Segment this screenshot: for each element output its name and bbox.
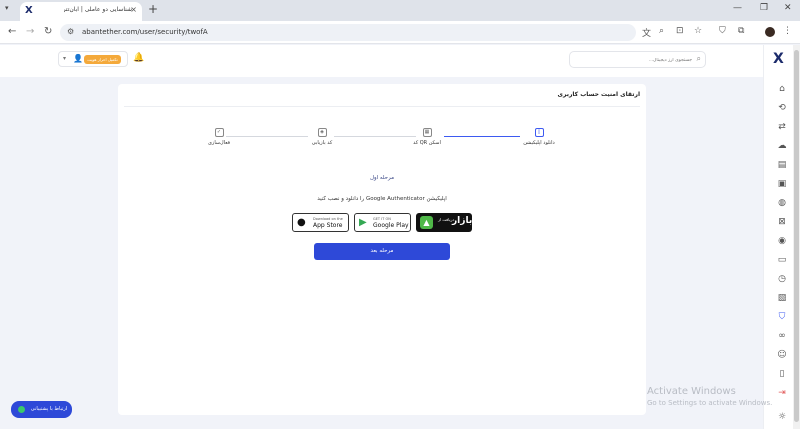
minimize-window-icon[interactable]: — [733,3,742,13]
support-chat-label: ارتباط با پشتیبانی [30,406,68,412]
browser-tabstrip: ▾ X شناسایی دو عاملی | آبان‌تتر × + — ❐ … [0,0,800,21]
app-store-name: App Store [313,222,343,229]
sidebar-link-icon[interactable]: ∞ [776,330,788,342]
next-step-button[interactable]: مرحله بعد [314,243,450,260]
windows-activation-watermark: Activate Windows Go to Settings to activ… [647,386,772,407]
sidebar-document-icon[interactable]: ▯ [776,368,788,380]
qr-code-icon: ▦ [422,128,432,137]
sidebar-shopping-icon[interactable]: ◍ [776,197,788,209]
sidebar-history-icon[interactable]: ◷ [776,273,788,285]
sidebar-wallet-icon[interactable]: ▤ [776,159,788,171]
sidebar-logout-icon[interactable]: ⇥ [776,387,788,399]
abantether-logo[interactable]: X [773,51,784,67]
google-play-icon: ▶ [359,217,367,228]
search-icon: ⌕ [696,54,701,63]
apple-icon: ● [297,217,306,228]
instruction-text: اپلیکیشن Google Authenticator را دانلود … [317,196,447,202]
site-favicon-icon: X [25,5,33,16]
bazaar-button[interactable]: ▲ دریافت از بازار [416,213,472,232]
card-divider [124,106,640,107]
scrollbar-thumb[interactable] [794,50,799,422]
google-play-button[interactable]: ▶ GET IT ON Google Play [354,213,411,232]
install-app-icon[interactable]: ⊡ [676,26,684,36]
url-text: abantether.com/user/security/twofA [82,28,208,36]
profile-avatar[interactable] [765,27,775,37]
browser-menu-icon[interactable]: ⋮ [783,26,792,36]
step-recovery-code: ◈ کد بازیابی [287,128,357,146]
step-label: دانلود اپلیکیشن [523,140,555,146]
sidebar-settings-gear-icon[interactable]: ☼ [776,411,788,423]
tab-list-dropdown-icon[interactable]: ▾ [5,4,9,12]
step-activation: ✓ فعال‌سازی [184,128,254,146]
bazaar-bag-icon: ▲ [420,216,433,229]
reload-icon[interactable]: ↻ [44,26,52,37]
sidebar-market-icon[interactable]: ⟲ [776,102,788,114]
sidebar-home-icon[interactable]: ⌂ [776,83,788,95]
sidebar-deposit-icon[interactable]: ⊠ [776,216,788,228]
notification-bell-icon[interactable]: 🔔 [133,53,144,63]
watermark-title: Activate Windows [647,386,736,397]
kyc-status-badge[interactable]: تکمیل احراز هویت [84,55,121,64]
google-play-name: Google Play [373,222,409,229]
online-status-dot [18,406,25,413]
forward-icon[interactable]: → [26,26,34,37]
bazaar-name: بازار [452,216,473,226]
check-square-icon: ✓ [214,128,224,137]
browser-tab[interactable]: X شناسایی دو عاملی | آبان‌تتر × [20,2,142,21]
security-card: ارتقای امنیت حساب کاربری ▯ دانلود اپلیکی… [118,84,646,415]
sidebar-cards-icon[interactable]: ▭ [776,254,788,266]
chevron-down-icon: ▾ [63,55,67,62]
zoom-icon[interactable]: ⌕ [659,26,664,36]
step-label: فعال‌سازی [208,140,230,146]
close-window-icon[interactable]: ✕ [784,3,792,13]
new-tab-button[interactable]: + [148,2,158,16]
tab-title: شناسایی دو عاملی | آبان‌تتر [64,6,132,13]
sidebar-trade-icon[interactable]: ☁ [776,140,788,152]
page-title: ارتقای امنیت حساب کاربری [557,91,640,98]
step-scan-qr: ▦ اسکن QR کد [392,128,462,146]
key-icon: ◈ [317,128,327,137]
restore-window-icon[interactable]: ❐ [760,3,768,13]
site-info-icon[interactable]: ⚙ [67,27,74,36]
watermark-subtitle: Go to Settings to activate Windows. [647,399,773,407]
shield-extension-icon[interactable]: ⛉ [719,26,726,36]
user-account-dropdown[interactable]: ▾ 👤 تکمیل احراز هویت [58,51,128,67]
address-bar[interactable]: ⚙ abantether.com/user/security/twofA 文 ⌕… [60,24,702,41]
sidebar-exchange-icon[interactable]: ⇄ [776,121,788,133]
step-label: اسکن QR کد [413,140,441,146]
bookmark-star-icon[interactable]: ☆ [694,26,702,36]
sidebar-package-icon[interactable]: ▧ [776,292,788,304]
app-store-button[interactable]: ● Download on the App Store [292,213,349,232]
sidebar-security-icon[interactable]: ⛉ [776,311,788,323]
search-input[interactable] [576,55,692,65]
browser-toolbar: ← → ↻ ⚙ abantether.com/user/security/two… [0,21,800,44]
extensions-puzzle-icon[interactable]: ⧉ [738,26,744,36]
sidebar-identity-icon[interactable]: ◉ [776,235,788,247]
stage-label: مرحله اول [369,175,395,181]
phone-icon: ▯ [534,128,544,137]
google-play-small-text: GET IT ON [373,217,391,221]
site-header: ▾ 👤 تکمیل احراز هویت 🔔 ⌕ [0,45,763,77]
step-download-app: ▯ دانلود اپلیکیشن [504,128,574,146]
sidebar-profile-icon[interactable]: ☺ [776,349,788,361]
sidebar-orders-icon[interactable]: ▣ [776,178,788,190]
app-store-small-text: Download on the [313,217,343,221]
step-label: کد بازیابی [311,140,333,146]
back-icon[interactable]: ← [8,26,16,37]
user-icon: 👤 [73,54,83,63]
tab-close-icon[interactable]: × [130,5,137,14]
support-chat-button[interactable]: ارتباط با پشتیبانی [11,401,72,418]
translate-icon[interactable]: 文 [642,26,651,39]
search-box[interactable]: ⌕ [569,51,706,68]
